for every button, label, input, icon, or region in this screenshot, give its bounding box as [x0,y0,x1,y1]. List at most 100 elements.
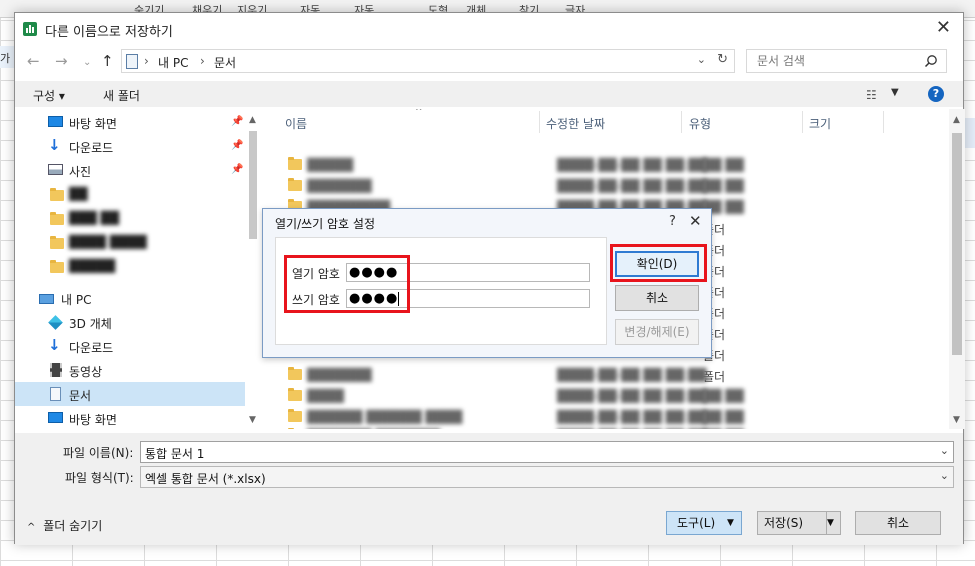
file-row[interactable]: █████ ████-██-██ ██ ██:██ ██ ██ [261,154,949,175]
column-divider[interactable] [802,111,803,133]
column-divider[interactable] [539,111,540,133]
recent-dropdown-icon[interactable]: ⌄ [83,54,91,72]
tools-label: 도구(L) [677,516,716,530]
change-remove-button: 변경/해제(E) [615,319,699,345]
3d-objects-icon [48,315,63,332]
new-folder-button[interactable]: 새 폴더 [103,87,140,104]
search-icon[interactable] [924,54,938,71]
file-row[interactable]: ███████ ████-██-██ ██ ██:██ [261,364,949,385]
scroll-down-icon[interactable]: ▼ [249,415,256,425]
write-password-value: ●●●● [349,291,399,306]
write-password-label: 쓰기 암호 [292,293,340,307]
nav-item-pictures[interactable]: 사진 📌 [15,158,245,182]
save-dropdown-icon[interactable]: ▼ [826,512,840,534]
search-input[interactable] [755,53,915,69]
column-divider[interactable] [883,111,884,133]
nav-item-folder[interactable]: ██ [15,182,245,206]
nav-item-videos[interactable]: 동영상 [15,358,245,382]
open-password-label: 열기 암호 [292,267,340,281]
nav-scrollbar[interactable]: ▲ ▼ [245,109,261,429]
chevron-down-icon[interactable]: ⌄ [940,469,949,482]
nav-item-label: 바탕 화면 [69,117,117,131]
nav-scroll-thumb[interactable] [249,131,257,239]
close-icon[interactable]: ✕ [936,18,951,38]
breadcrumb-this-pc[interactable]: 내 PC [158,54,188,71]
folder-icon [288,388,302,404]
column-divider[interactable] [681,111,682,133]
nav-item-desktop[interactable]: 바탕 화면 📌 [15,110,245,134]
scroll-down-icon[interactable]: ▼ [953,415,960,425]
search-box [746,49,947,73]
file-date: ████-██-██ ██ ██:██ [557,368,707,382]
organize-button[interactable]: 구성 ▾ [33,87,65,104]
file-list-scrollbar[interactable]: ▲ ▼ [949,109,965,429]
file-row[interactable]: ███████ ███████ ████-██-██ ██ ██:██ ██ █… [261,425,949,429]
breadcrumb-separator-icon[interactable]: › [200,54,205,68]
breadcrumb-documents[interactable]: 문서 [214,54,236,71]
file-name: █████ [307,158,354,172]
open-password-input[interactable]: ●●●● [346,263,590,282]
file-name: ████ [307,389,344,403]
address-dropdown-icon[interactable]: ⌄ [697,53,706,66]
ok-button[interactable]: 확인(D) [615,251,699,277]
file-row[interactable]: ████ ████-██-██ ██ ██:██ ██ ██ [261,385,949,406]
scroll-up-icon[interactable]: ▲ [249,115,256,125]
cancel-button[interactable]: 취소 [615,285,699,311]
nav-item-downloads[interactable]: ↓ 다운로드 📌 [15,134,245,158]
nav-item-folder[interactable]: ███ ██ [15,206,245,230]
nav-item-3d-objects[interactable]: 3D 개체 [15,310,245,334]
up-arrow-icon[interactable]: ↑ [101,52,114,70]
save-button[interactable]: 저장(S) ▼ [757,511,841,535]
password-dialog: 열기/쓰기 암호 설정 ? ✕ 열기 암호 ●●●● 쓰기 암호 ●●●● 확인… [262,208,712,358]
forward-arrow-icon[interactable]: → [55,52,68,70]
hide-folders-toggle[interactable]: ^ 폴더 숨기기 [27,517,102,534]
tools-button[interactable]: 도구(L) ▼ [666,511,742,535]
close-icon[interactable]: ✕ [689,212,702,230]
download-icon: ↓ [48,136,61,154]
filename-value: 통합 문서 1 [145,447,205,461]
write-password-input[interactable]: ●●●● [346,289,590,308]
nav-item-downloads-pc[interactable]: ↓ 다운로드 [15,334,245,358]
desktop-icon [48,116,63,130]
nav-item-desktop-pc[interactable]: 바탕 화면 [15,406,245,429]
address-bar[interactable]: › 내 PC › 문서 ⌄ ↻ [121,49,735,73]
breadcrumb-separator-icon[interactable]: › [144,54,149,68]
pin-icon[interactable]: 📌 [231,164,243,175]
back-arrow-icon[interactable]: ← [27,52,40,70]
file-row[interactable]: ██████ ██████ ████ ████-██-██ ██ ██:██ █… [261,406,949,427]
nav-item-label: 바탕 화면 [69,413,117,427]
open-password-value: ●●●● [349,265,399,280]
nav-item-label: ████ ████ [69,235,147,249]
pin-icon[interactable]: 📌 [231,140,243,151]
view-dropdown-icon[interactable]: ▼ [891,87,899,98]
chevron-down-icon[interactable]: ⌄ [940,444,949,457]
nav-item-folder[interactable]: █████ [15,254,245,278]
file-row[interactable]: ███████ ████-██-██ ██ ██:██ ██ ██ [261,175,949,196]
save-label: 저장(S) [764,516,804,530]
column-header-size[interactable]: 크기 [809,115,831,132]
column-header-name[interactable]: 이름 [285,115,307,132]
cell-text: 가 [0,52,11,65]
help-icon[interactable]: ? [669,214,676,229]
nav-item-folder[interactable]: ████ ████ [15,230,245,254]
column-header-modified[interactable]: 수정한 날짜 [546,115,605,132]
help-icon[interactable]: ? [928,86,944,102]
pin-icon[interactable]: 📌 [231,116,243,127]
navigation-pane: 바탕 화면 📌 ↓ 다운로드 📌 사진 📌 ██ ███ ██ ████ ███… [15,109,261,429]
column-header-type[interactable]: 유형 [689,115,711,132]
tools-dropdown-icon[interactable]: ▼ [727,512,741,534]
cancel-button[interactable]: 취소 [855,511,941,535]
file-type: ██ ██ [703,410,744,424]
filetype-select[interactable]: 엑셀 통합 문서 (*.xlsx) ⌄ [140,466,954,488]
view-options-icon[interactable]: ☷ [866,88,877,102]
pictures-icon [48,164,63,178]
nav-item-label: 사진 [69,165,92,179]
filename-input[interactable]: 통합 문서 1 ⌄ [140,441,954,463]
scroll-up-icon[interactable]: ▲ [953,115,960,125]
nav-item-label: 문서 [69,389,92,403]
refresh-icon[interactable]: ↻ [717,52,728,67]
hide-folders-label: 폴더 숨기기 [43,519,103,533]
file-list-scroll-thumb[interactable] [952,133,962,355]
nav-item-documents[interactable]: 문서 [15,382,245,406]
nav-item-this-pc[interactable]: 내 PC [15,286,245,310]
